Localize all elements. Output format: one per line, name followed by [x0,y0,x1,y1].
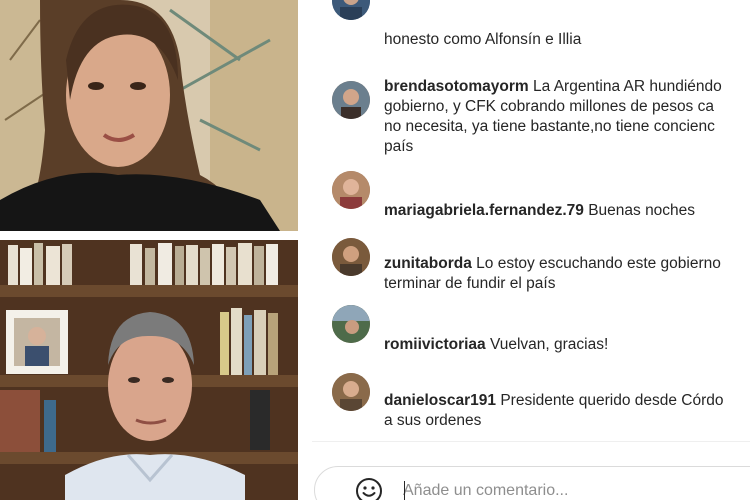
comment-input[interactable] [403,479,703,500]
avatar[interactable] [332,171,370,209]
comments-divider [312,441,750,442]
comment-username[interactable]: romiivictoriaa [384,336,486,353]
comment-username[interactable]: brendasotomayorm [384,78,529,95]
live-video-guest-feed [0,240,298,500]
comment-username[interactable]: danieloscar191 [384,392,496,409]
comment-text: Vuelvan, gracias! [489,336,609,353]
avatar[interactable] [332,305,370,343]
live-video-host-feed [0,0,298,231]
avatar[interactable] [332,81,370,119]
avatar[interactable] [332,373,370,411]
comment-username[interactable]: mariagabriela.fernandez.79 [384,202,584,219]
text-caret [404,481,405,500]
comments-panel: honesto como Alfonsín e Illia brendasoto… [312,0,750,500]
smiley-icon[interactable] [355,477,383,500]
comment-input-bar [314,466,750,500]
comment-username[interactable]: zunitaborda [384,255,472,272]
avatar[interactable] [332,238,370,276]
avatar[interactable] [332,0,370,20]
live-video-column [0,0,312,500]
comment-text: Buenas noches [588,202,696,219]
comment-text: honesto como Alfonsín e Illia [384,31,582,48]
